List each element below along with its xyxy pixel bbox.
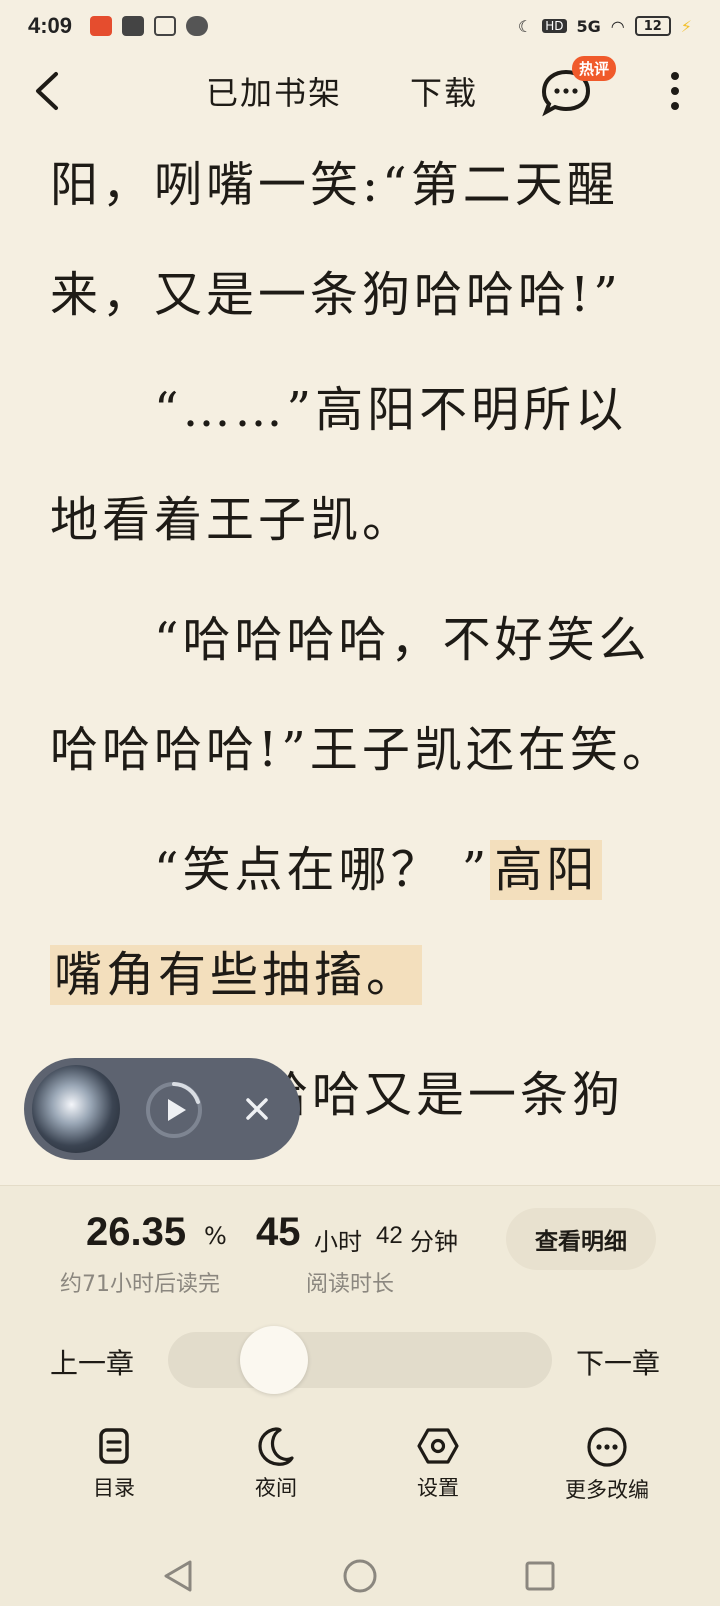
nav-catalog[interactable]: 目录 bbox=[54, 1426, 174, 1502]
charging-icon: ⚡ bbox=[680, 16, 692, 36]
status-bar: 4:09 ☾ HD 5G ◠ 12 ⚡ bbox=[0, 0, 720, 52]
video-icon bbox=[122, 16, 145, 36]
text-line: “笑点在哪？ ”高阳 bbox=[50, 840, 603, 900]
app-notification-icon bbox=[90, 16, 113, 36]
finish-estimate: 约71小时后读完 bbox=[60, 1272, 220, 1297]
text-line: 嘴角有些抽搐。 bbox=[50, 945, 423, 1005]
battery-icon: 12 bbox=[634, 16, 671, 36]
nav-settings[interactable]: 设置 bbox=[378, 1426, 498, 1502]
download-button[interactable]: 下载 bbox=[410, 68, 478, 114]
view-details-button[interactable]: 查看明细 bbox=[506, 1208, 656, 1270]
nav-more-adaptations[interactable]: 更多改编 bbox=[545, 1426, 669, 1504]
status-time: 4:09 bbox=[28, 13, 73, 38]
next-chapter-button[interactable]: 下一章 bbox=[576, 1342, 660, 1382]
text-line: 哈哈又是一条狗 bbox=[260, 1067, 625, 1123]
text-segment: “笑点在哪？ ” bbox=[50, 842, 491, 898]
back-icon[interactable] bbox=[28, 66, 68, 116]
wifi-icon: ◠ bbox=[610, 16, 625, 36]
settings-icon bbox=[417, 1428, 459, 1464]
catalog-icon bbox=[99, 1428, 129, 1464]
audio-player[interactable] bbox=[24, 1058, 300, 1160]
text-line: 哈哈哈哈!”王子凯还在笑。 bbox=[50, 722, 674, 778]
reading-minutes: 42 bbox=[376, 1222, 403, 1249]
text-line: 阳，咧嘴一笑:“第二天醒 bbox=[50, 157, 619, 213]
text-line: “……”高阳不明所以 bbox=[50, 382, 628, 438]
nav-night-mode[interactable]: 夜间 bbox=[216, 1426, 336, 1502]
wechat-icon bbox=[186, 16, 209, 36]
more-options-icon[interactable] bbox=[660, 66, 690, 116]
audio-cover-image[interactable] bbox=[32, 1065, 120, 1153]
hours-unit: 小时 bbox=[314, 1228, 362, 1256]
reader-toolbar: 已加书架 下载 热评 bbox=[0, 52, 720, 132]
reading-hours: 45 bbox=[256, 1210, 301, 1254]
nav-label: 夜间 bbox=[255, 1476, 297, 1500]
progress-percent: 26.35 bbox=[86, 1210, 187, 1254]
reading-menu-panel: 26.35 % 约71小时后读完 45 小时 42 分钟 阅读时长 查看明细 上… bbox=[0, 1185, 720, 1606]
text-line: 来，又是一条狗哈哈哈!” bbox=[50, 267, 622, 323]
moon-icon bbox=[258, 1427, 294, 1466]
more-dots-icon bbox=[587, 1427, 627, 1467]
text-line: 地看着王子凯。 bbox=[50, 492, 415, 548]
close-icon[interactable] bbox=[238, 1090, 276, 1128]
hd-icon: HD bbox=[542, 19, 567, 33]
app-icon bbox=[154, 16, 177, 36]
nav-label: 目录 bbox=[93, 1476, 135, 1500]
system-back-icon[interactable] bbox=[158, 1556, 198, 1596]
nav-label: 设置 bbox=[417, 1476, 459, 1500]
percent-unit: % bbox=[204, 1222, 227, 1250]
text-line: “哈哈哈哈，不好笑么 bbox=[50, 612, 651, 668]
system-home-icon[interactable] bbox=[340, 1556, 380, 1596]
highlighted-text[interactable]: 高阳 bbox=[490, 840, 603, 900]
chapter-progress-slider[interactable] bbox=[168, 1332, 552, 1388]
added-to-shelf-button[interactable]: 已加书架 bbox=[206, 68, 342, 114]
reading-duration-label: 阅读时长 bbox=[306, 1272, 395, 1297]
status-right: ☾ HD 5G ◠ 12 ⚡ bbox=[518, 16, 692, 36]
minutes-unit: 分钟 bbox=[410, 1228, 458, 1256]
prev-chapter-button[interactable]: 上一章 bbox=[50, 1342, 134, 1382]
nav-label: 更多改编 bbox=[565, 1478, 649, 1502]
moon-status-icon: ☾ bbox=[517, 16, 533, 36]
play-icon[interactable] bbox=[144, 1080, 204, 1140]
signal-icon: 5G bbox=[576, 16, 601, 36]
hot-comments-badge[interactable]: 热评 bbox=[572, 56, 617, 81]
slider-thumb[interactable] bbox=[240, 1326, 308, 1394]
highlighted-text[interactable]: 嘴角有些抽搐。 bbox=[50, 945, 423, 1005]
system-recents-icon[interactable] bbox=[520, 1556, 560, 1596]
